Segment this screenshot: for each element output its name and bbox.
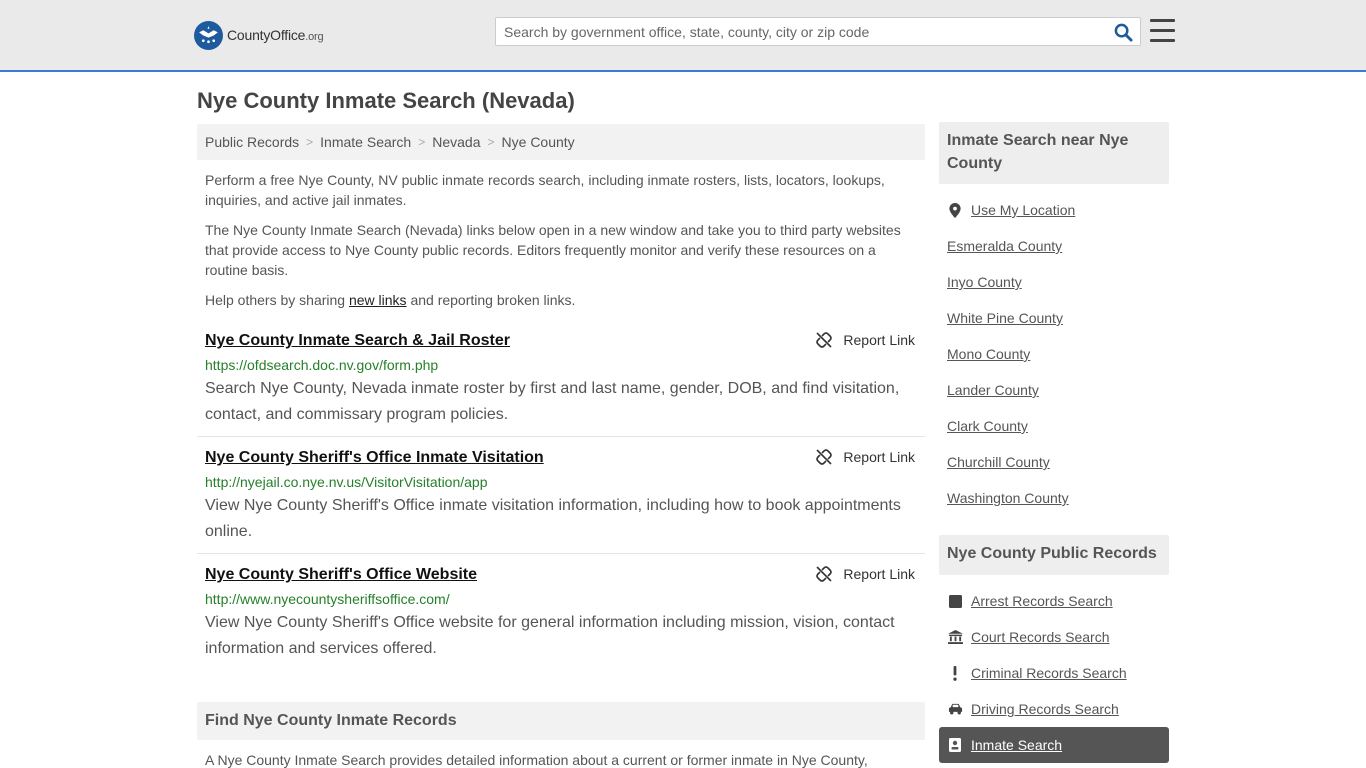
result-divider xyxy=(197,553,925,554)
nearby-county-link[interactable]: Inyo County xyxy=(947,274,1022,290)
inmate-search-label: Inmate Search xyxy=(971,737,1063,753)
hamburger-menu-icon[interactable] xyxy=(1150,19,1175,42)
nearby-county-link[interactable]: Clark County xyxy=(947,418,1028,434)
inmate-search-link[interactable]: Inmate Search xyxy=(947,735,1062,755)
exclamation-icon xyxy=(947,665,963,681)
public-records-heading: Nye County Public Records xyxy=(939,535,1169,575)
breadcrumb-separator-icon: > xyxy=(306,135,314,149)
breadcrumb-item-inmate-search[interactable]: Inmate Search xyxy=(320,134,411,150)
nearby-county-link[interactable]: White Pine County xyxy=(947,310,1063,326)
result-description: View Nye County Sheriff's Office website… xyxy=(205,614,895,657)
intro-text-after: and reporting broken links. xyxy=(406,292,576,308)
arrest-records-label: Arrest Records Search xyxy=(971,593,1113,609)
broken-link-icon xyxy=(816,566,833,582)
result-title-link[interactable]: Nye County Inmate Search & Jail Roster xyxy=(205,332,510,350)
result-title-link[interactable]: Nye County Sheriff's Office Inmate Visit… xyxy=(205,449,544,467)
report-link-label: Report Link xyxy=(843,566,915,582)
breadcrumb-item-nye-county[interactable]: Nye County xyxy=(502,134,575,150)
broken-link-icon xyxy=(816,332,833,348)
intro-paragraph-3: Help others by sharing new links and rep… xyxy=(205,290,915,310)
search-button[interactable] xyxy=(1112,22,1134,42)
arrest-records-link[interactable]: Arrest Records Search xyxy=(947,591,1113,611)
result-item: Nye County Inmate Search & Jail Roster R… xyxy=(197,330,925,436)
broken-link-icon xyxy=(816,449,833,465)
criminal-records-link[interactable]: Criminal Records Search xyxy=(947,663,1127,683)
logo-tld: .org xyxy=(305,31,324,43)
court-records-label: Court Records Search xyxy=(971,629,1110,645)
result-item: Nye County Sheriff's Office Website Repo… xyxy=(197,564,925,670)
breadcrumb-item-public-records[interactable]: Public Records xyxy=(205,134,299,150)
intro-text-before: Help others by sharing xyxy=(205,292,349,308)
nearby-county-link[interactable]: Esmeralda County xyxy=(947,238,1062,254)
court-records-link[interactable]: Court Records Search xyxy=(947,627,1110,647)
logo-seal-icon xyxy=(194,20,223,50)
breadcrumb-item-nevada[interactable]: Nevada xyxy=(432,134,480,150)
criminal-records-label: Criminal Records Search xyxy=(971,665,1127,681)
result-url: http://www.nyecountysheriffsoffice.com/ xyxy=(205,591,450,607)
report-link-label: Report Link xyxy=(843,449,915,465)
menu-bar xyxy=(1150,29,1175,32)
breadcrumb-separator-icon: > xyxy=(487,135,495,149)
car-icon xyxy=(947,701,963,717)
driving-records-label: Driving Records Search xyxy=(971,701,1119,717)
menu-bar xyxy=(1150,19,1175,22)
report-link-label: Report Link xyxy=(843,332,915,348)
use-my-location-label: Use My Location xyxy=(971,202,1076,218)
site-header: CountyOffice.org xyxy=(0,0,1366,72)
logo-text: CountyOffice.org xyxy=(227,27,324,43)
result-item: Nye County Sheriff's Office Inmate Visit… xyxy=(197,447,925,553)
nearby-county-link[interactable]: Washington County xyxy=(947,490,1069,506)
find-records-heading: Find Nye County Inmate Records xyxy=(197,702,925,740)
report-link-button[interactable]: Report Link xyxy=(816,332,915,348)
breadcrumb-separator-icon: > xyxy=(418,135,426,149)
id-badge-icon xyxy=(947,737,963,753)
intro-paragraph-2: The Nye County Inmate Search (Nevada) li… xyxy=(205,222,901,278)
intro-paragraph-1: Perform a free Nye County, NV public inm… xyxy=(205,172,885,208)
square-icon xyxy=(947,593,963,609)
use-my-location-link[interactable]: Use My Location xyxy=(947,200,1075,220)
result-description: View Nye County Sheriff's Office inmate … xyxy=(205,497,901,540)
result-divider xyxy=(197,436,925,437)
result-url: http://nyejail.co.nye.nv.us/VisitorVisit… xyxy=(205,474,488,490)
new-links-link[interactable]: new links xyxy=(349,292,407,308)
map-pin-icon xyxy=(947,202,963,218)
search-input[interactable] xyxy=(496,18,1106,45)
logo-main: CountyOffice xyxy=(227,27,306,43)
search-icon xyxy=(1114,23,1133,42)
nearby-county-link[interactable]: Churchill County xyxy=(947,454,1050,470)
result-title-link[interactable]: Nye County Sheriff's Office Website xyxy=(205,566,477,584)
report-link-button[interactable]: Report Link xyxy=(816,566,915,582)
menu-bar xyxy=(1150,39,1175,42)
nearby-heading: Inmate Search near Nye County xyxy=(939,122,1169,184)
courthouse-icon xyxy=(947,629,963,645)
find-records-text: A Nye County Inmate Search provides deta… xyxy=(205,752,868,768)
result-url: https://ofdsearch.doc.nv.gov/form.php xyxy=(205,357,439,373)
result-description: Search Nye County, Nevada inmate roster … xyxy=(205,380,900,423)
driving-records-link[interactable]: Driving Records Search xyxy=(947,699,1119,719)
site-logo[interactable]: CountyOffice.org xyxy=(194,20,324,50)
report-link-button[interactable]: Report Link xyxy=(816,449,915,465)
search-box xyxy=(495,17,1141,46)
page-title: Nye County Inmate Search (Nevada) xyxy=(197,88,575,113)
nearby-county-link[interactable]: Lander County xyxy=(947,382,1039,398)
nearby-county-link[interactable]: Mono County xyxy=(947,346,1030,362)
breadcrumb: Public Records > Inmate Search > Nevada … xyxy=(197,124,925,160)
